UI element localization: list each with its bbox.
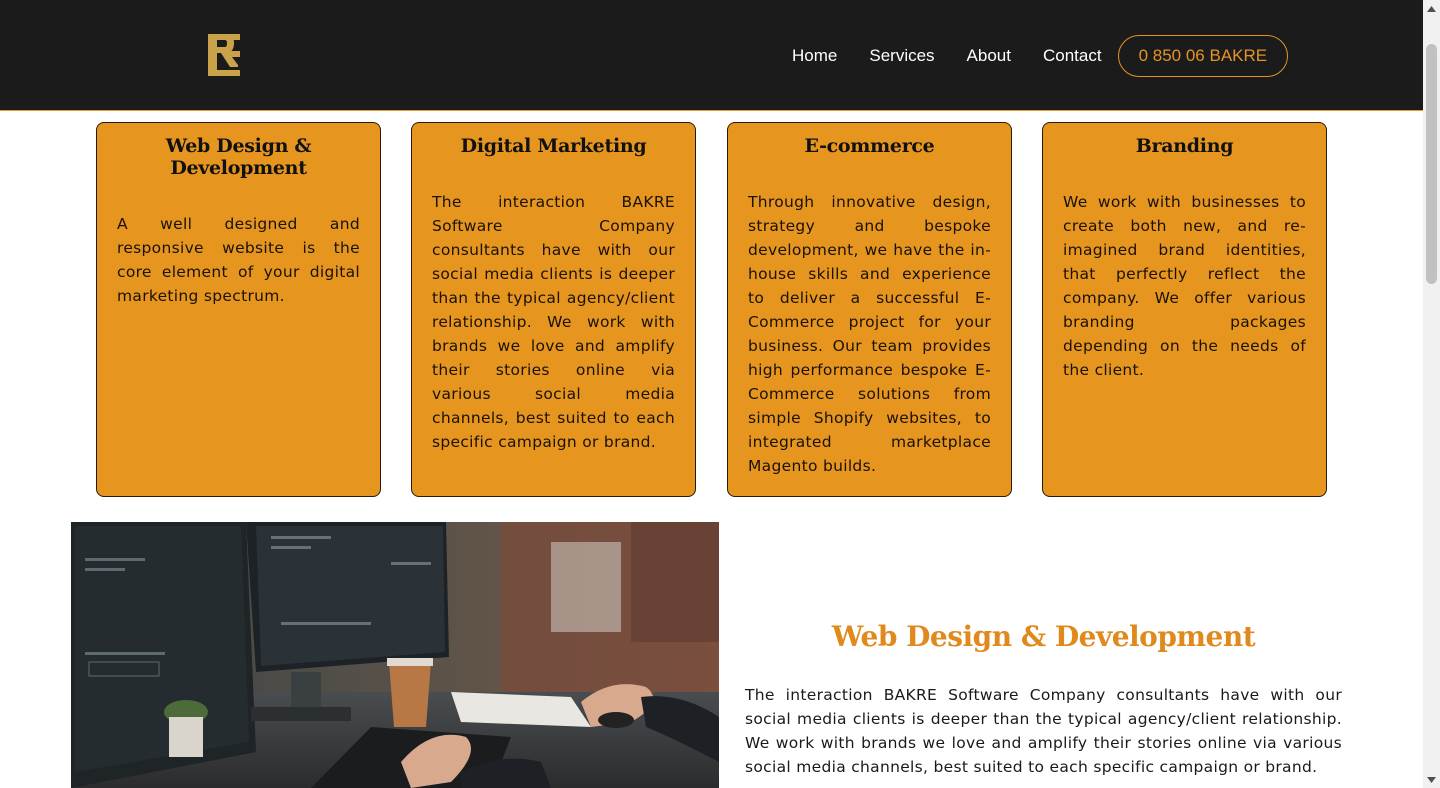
- navbar: Home Services About Contact 0 850 06 BAK…: [0, 0, 1423, 111]
- developer-workstation-photo: [71, 522, 719, 788]
- scroll-down-arrow-icon[interactable]: [1423, 771, 1440, 788]
- nav-link-about[interactable]: About: [967, 46, 1011, 66]
- scrollbar-thumb[interactable]: [1426, 44, 1437, 284]
- page-scrollbar[interactable]: [1423, 0, 1440, 788]
- service-card-branding: Branding We work with businesses to crea…: [1042, 122, 1327, 497]
- phone-button[interactable]: 0 850 06 BAKRE: [1117, 35, 1289, 77]
- logo-icon: [208, 34, 240, 76]
- service-card-text: Through innovative design, strategy and …: [748, 193, 991, 475]
- service-card-title: Web Design & Development: [165, 135, 312, 179]
- photo-illustration: [71, 522, 719, 788]
- service-card-text: We work with businesses to create both n…: [1063, 193, 1306, 379]
- service-card-title: E-commerce: [804, 135, 935, 157]
- service-card-ecommerce: E-commerce Through innovative design, st…: [727, 122, 1012, 497]
- service-card-text: A well designed and responsive website i…: [117, 215, 360, 305]
- scroll-up-arrow-icon[interactable]: [1423, 0, 1440, 17]
- service-card-text: The interaction BAKRE Software Company c…: [432, 193, 675, 451]
- nav-link-contact[interactable]: Contact: [1043, 46, 1102, 66]
- service-card-title: Digital Marketing: [460, 135, 647, 157]
- main-nav: Home Services About Contact 0 850 06 BAK…: [792, 35, 1289, 77]
- nav-link-home[interactable]: Home: [792, 46, 837, 66]
- feature-text: The interaction BAKRE Software Company c…: [745, 686, 1342, 776]
- service-card-title: Branding: [1135, 135, 1234, 157]
- service-card-web-design: Web Design & Development A well designed…: [96, 122, 381, 497]
- brand-logo[interactable]: [207, 32, 241, 78]
- feature-title: Web Design & Development: [831, 620, 1256, 653]
- nav-link-services[interactable]: Services: [869, 46, 934, 66]
- service-card-digital-marketing: Digital Marketing The interaction BAKRE …: [411, 122, 696, 497]
